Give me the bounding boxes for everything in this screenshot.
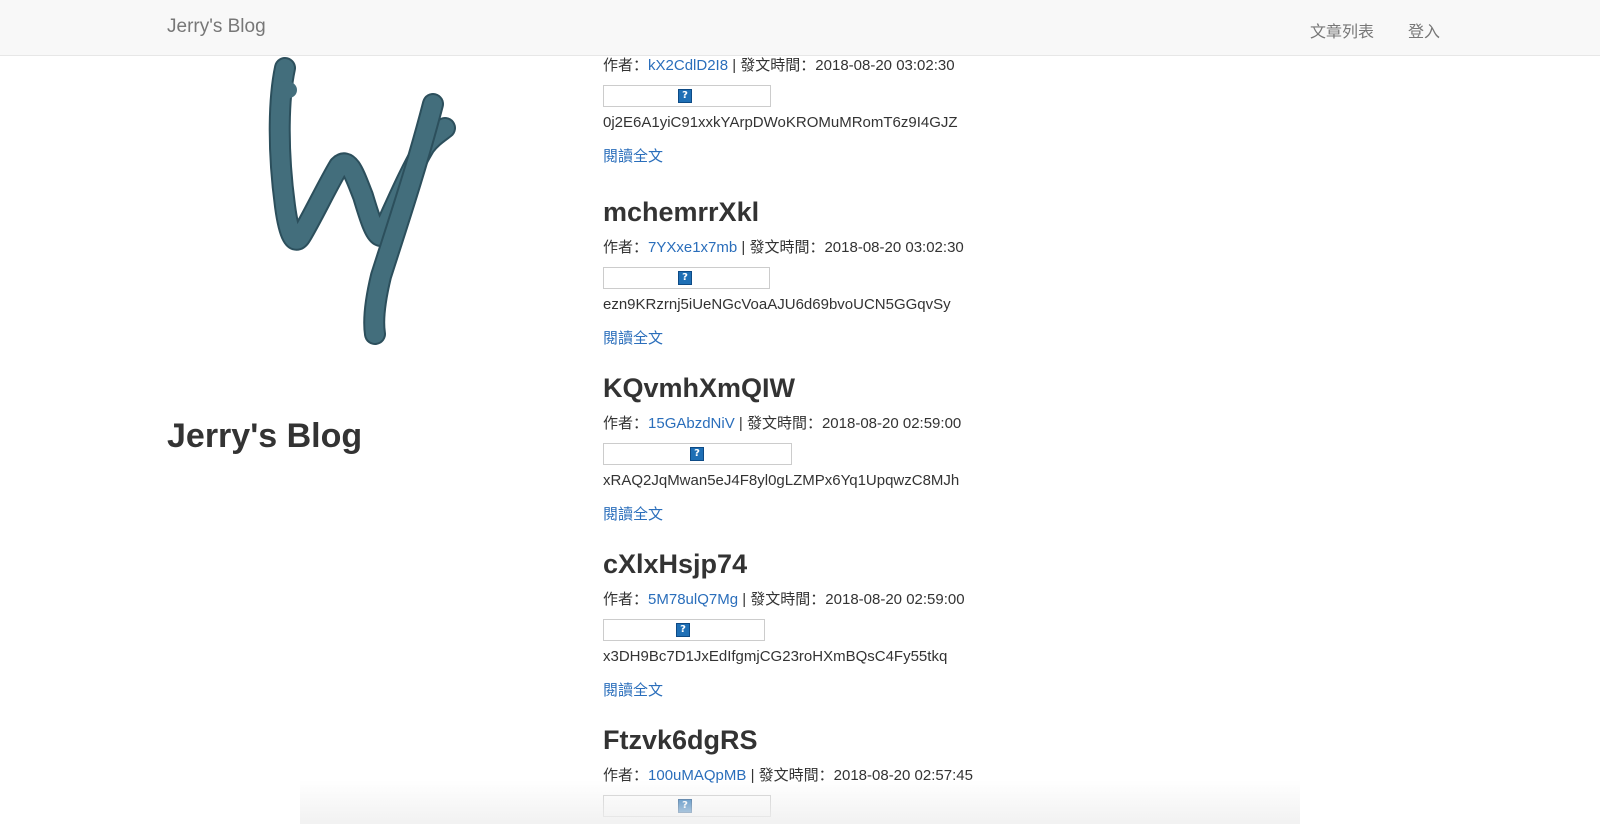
- author-prefix: 作者：: [603, 591, 649, 608]
- post-title[interactable]: KQvmhXmQIW: [603, 372, 795, 404]
- post-date: 2018-08-20 02:57:45: [833, 767, 973, 784]
- top-navbar: Jerry's Blog 文章列表 登入: [0, 0, 1600, 56]
- post-date: 2018-08-20 02:59:00: [825, 591, 965, 608]
- navbar-links: 文章列表 登入: [1310, 18, 1440, 42]
- date-prefix: | 發文時間：: [746, 767, 834, 784]
- post-image-placeholder: ?: [603, 619, 765, 641]
- broken-image-icon: ?: [690, 447, 704, 461]
- date-prefix: | 發文時間：: [738, 591, 826, 608]
- author-prefix: 作者：: [603, 415, 649, 432]
- post-image-placeholder: ?: [603, 443, 792, 465]
- post-meta: 作者：15GAbzdNiV | 發文時間：2018-08-20 02:59:00: [603, 414, 961, 434]
- post-date: 2018-08-20 02:59:00: [821, 415, 962, 432]
- post-meta: 作者：kX2CdlD2I8 | 發文時間：2018-08-20 03:02:30: [603, 56, 955, 76]
- bottom-fade-overlay: [300, 780, 1300, 824]
- post-image-placeholder: ?: [603, 267, 770, 289]
- date-prefix: | 發文時間：: [737, 239, 825, 256]
- post-image-placeholder: ?: [603, 85, 771, 107]
- date-prefix: | 發文時間：: [728, 57, 816, 74]
- author-link[interactable]: 5M78ulQ7Mg: [648, 591, 738, 608]
- post-meta: 作者：7YXxe1x7mb | 發文時間：2018-08-20 03:02:30: [603, 238, 964, 258]
- post-title[interactable]: Ftzvk6dgRS: [603, 724, 758, 756]
- navbar-brand-link[interactable]: Jerry's Blog: [167, 16, 266, 38]
- nav-link-article-list[interactable]: 文章列表: [1310, 18, 1374, 42]
- post-excerpt: 0j2E6A1yiC91xxkYArpDWoKROMuMRomT6z9I4GJZ: [603, 114, 958, 131]
- broken-image-icon: ?: [678, 89, 692, 103]
- date-prefix: | 發文時間：: [734, 415, 822, 432]
- post-excerpt: ezn9KRzrnj5iUeNGcVoaAJU6d69bvoUCN5GGqvSy: [603, 296, 951, 313]
- post-meta: 作者：100uMAQpMB | 發文時間：2018-08-20 02:57:45: [603, 766, 973, 786]
- post-title[interactable]: cXlxHsjp74: [603, 548, 747, 580]
- read-more-link[interactable]: 閱讀全文: [603, 329, 663, 349]
- post-excerpt: xRAQ2JqMwan5eJ4F8yl0gLZMPx6Yq1UpqwzC8MJh: [603, 472, 960, 489]
- broken-image-icon: ?: [678, 799, 692, 813]
- post-date: 2018-08-20 03:02:30: [815, 57, 955, 74]
- author-link[interactable]: 15GAbzdNiV: [648, 415, 735, 432]
- author-prefix: 作者：: [603, 57, 649, 74]
- author-link[interactable]: 100uMAQpMB: [648, 767, 746, 784]
- broken-image-icon: ?: [678, 271, 692, 285]
- read-more-link[interactable]: 閱讀全文: [603, 681, 663, 701]
- author-link[interactable]: 7YXxe1x7mb: [648, 239, 737, 256]
- post-image-placeholder: ?: [603, 795, 771, 817]
- post-meta: 作者：5M78ulQ7Mg | 發文時間：2018-08-20 02:59:00: [603, 590, 965, 610]
- broken-image-icon: ?: [676, 623, 690, 637]
- author-prefix: 作者：: [603, 767, 649, 784]
- post-excerpt: x3DH9Bc7D1JxEdIfgmjCG23roHXmBQsC4Fy55tkq: [603, 648, 948, 665]
- site-title: Jerry's Blog: [167, 417, 363, 455]
- read-more-link[interactable]: 閱讀全文: [603, 505, 663, 525]
- nav-link-login[interactable]: 登入: [1408, 18, 1440, 42]
- author-prefix: 作者：: [603, 239, 649, 256]
- post-title[interactable]: mchemrrXkl: [603, 196, 759, 228]
- post-date: 2018-08-20 03:02:30: [824, 239, 964, 256]
- author-link[interactable]: kX2CdlD2I8: [648, 57, 728, 74]
- handwritten-w-logo-icon: [268, 57, 456, 345]
- read-more-link[interactable]: 閱讀全文: [603, 147, 663, 167]
